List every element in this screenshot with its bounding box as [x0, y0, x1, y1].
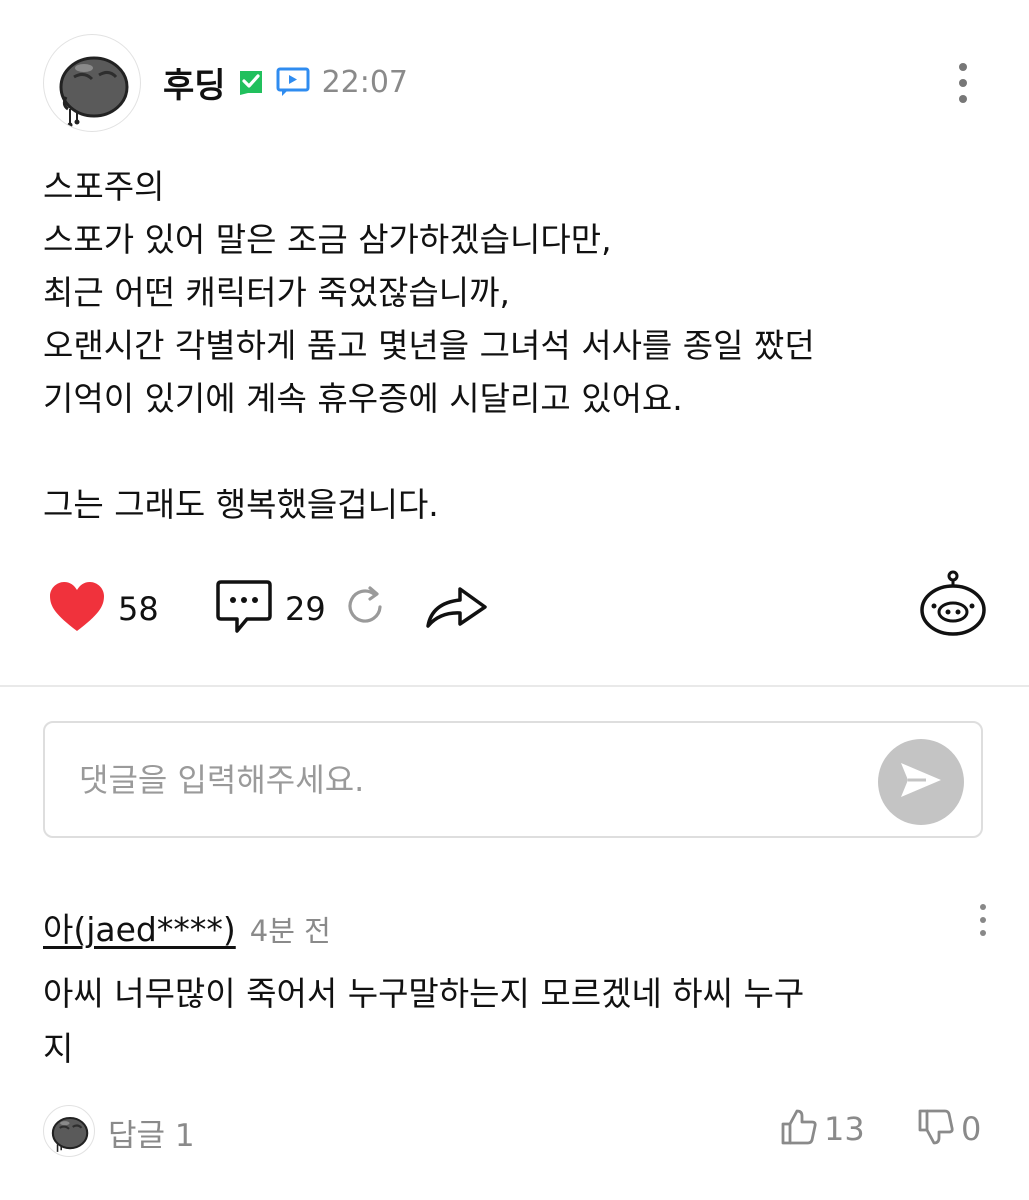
comment-input-box — [43, 721, 983, 838]
post-text-line: 기억이 있기에 계속 휴우증에 시달리고 있어요. — [43, 379, 683, 418]
post-action-bar: 58 29 — [0, 570, 1029, 639]
post-body: 스포주의 스포가 있어 말은 조금 삼가하겠습니다만, 최근 어떤 캐릭터가 죽… — [43, 160, 993, 531]
post-header: 후딩 22:07 — [0, 0, 1029, 150]
post-text-line: 그는 그래도 행복했을겁니다. — [43, 485, 439, 524]
post-text-line: 최근 어떤 캐릭터가 죽었잖습니까, — [43, 273, 510, 312]
post-text-line: 오랜시간 각별하게 품고 몇년을 그녀석 서사를 종일 짰던 — [43, 326, 815, 365]
send-icon — [898, 760, 944, 804]
thumbs-up-icon — [780, 1108, 818, 1150]
mascot-face-icon[interactable] — [918, 570, 988, 636]
heart-icon — [48, 581, 106, 637]
comment-time: 4분 전 — [249, 914, 331, 948]
post-text-line: 스포주의 — [43, 167, 165, 206]
reply-link[interactable]: 답글 1 — [108, 1110, 195, 1155]
section-divider — [0, 685, 1029, 687]
comment-text-line: 아씨 너무많이 죽어서 누구말하는지 모르겠네 하씨 누구 — [43, 974, 805, 1013]
post-text-line: 스포가 있어 말은 조금 삼가하겠습니다만, — [43, 220, 612, 259]
upvote-button[interactable]: 13 — [780, 1108, 865, 1150]
comment-kebab-menu-icon[interactable] — [971, 902, 995, 938]
like-count: 58 — [118, 590, 159, 628]
comment-author[interactable]: 아(jaed****) — [43, 903, 236, 951]
kebab-menu-icon[interactable] — [948, 62, 978, 104]
green-check-badge-icon — [238, 69, 264, 95]
like-button[interactable]: 58 — [48, 581, 159, 637]
video-play-badge-icon — [276, 67, 310, 97]
comment-button[interactable]: 29 — [215, 579, 326, 639]
thumbs-down-icon — [917, 1108, 955, 1150]
share-button[interactable] — [424, 581, 490, 635]
comment-avatar[interactable] — [43, 1105, 95, 1157]
refresh-icon[interactable] — [346, 585, 386, 627]
comment-text-line: 지 — [43, 1029, 74, 1068]
downvote-count: 0 — [961, 1110, 982, 1148]
author-name[interactable]: 후딩 — [163, 58, 226, 107]
comment-header: 아(jaed****) 4분 전 — [43, 903, 331, 951]
comment-input[interactable] — [77, 751, 861, 809]
post-text-line — [43, 425, 993, 478]
author-row: 후딩 22:07 — [163, 58, 408, 106]
comment-text: 아씨 너무많이 죽어서 누구말하는지 모르겠네 하씨 누구 지 — [43, 966, 943, 1076]
comment-footer: 답글 1 13 0 — [0, 1100, 1029, 1162]
speech-bubble-icon — [215, 579, 273, 639]
comment-count: 29 — [285, 590, 326, 628]
share-arrow-icon — [424, 581, 490, 635]
send-button[interactable] — [878, 739, 964, 825]
post-time: 22:07 — [321, 64, 409, 100]
downvote-button[interactable]: 0 — [917, 1108, 981, 1150]
author-avatar[interactable] — [43, 34, 141, 132]
upvote-count: 13 — [824, 1110, 865, 1148]
